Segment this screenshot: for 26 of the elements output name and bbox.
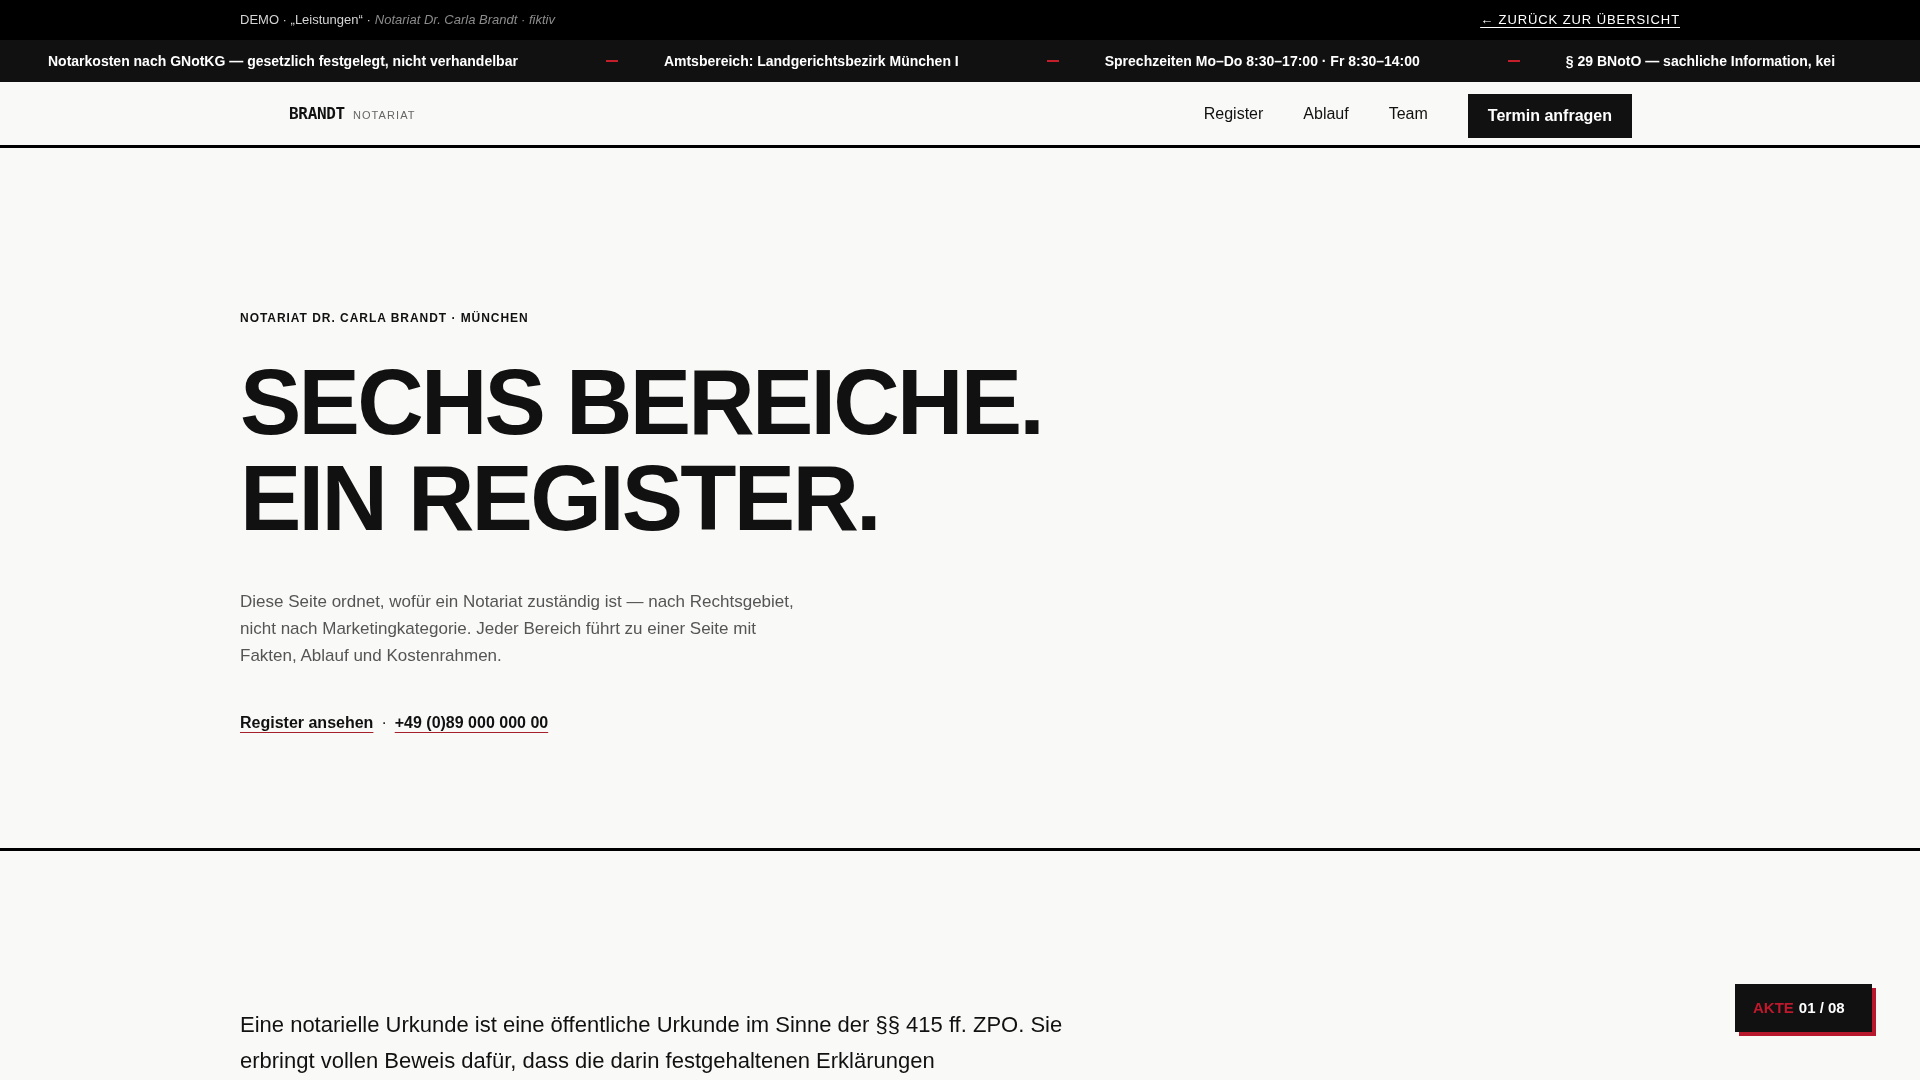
headline: SECHS BEREICHE. [240, 354, 1043, 450]
ticker-text: § 29 BNotO — sachliche Information, kei [1565, 51, 1836, 71]
ticker-text: Notarkosten nach GNotKG — gesetzlich festgelegt, nicht verhandelbar [48, 51, 518, 71]
demo-note: Notariat Dr. Carla Brandt · fiktiv [374, 11, 555, 30]
ticker-text: Amtsbereich: Landgerichtsbezirk München I [663, 51, 959, 71]
separator-text: · [381, 713, 387, 733]
lead-paragraph: Eine notarielle Urkunde ist eine öffentliche Urkunde im Sinne der §§ 415 ff. ZPO. Sie erbringt vollen Beweis dafür, dass die darin festgehaltenen Erklärungen [240, 1011, 1064, 1075]
headline: EIN REGISTER. [240, 450, 880, 546]
nav-link[interactable]: Register [1203, 101, 1264, 126]
dash-icon [605, 60, 618, 62]
appointment-button[interactable]: Termin anfragen [1467, 93, 1632, 138]
eyebrow-text: NOTARIAT DR. CARLA BRANDT · MÜNCHEN [240, 310, 529, 326]
dash-icon [1507, 60, 1520, 62]
intro-paragraph: Diese Seite ordnet, wofür ein Notariat zuständig ist — nach Rechtsgebiet, nicht nach Marketingkategorie. Jeder Bereich führt zu einer Seite mit Fakten, Ablauf und Kostenrahmen. [240, 591, 795, 667]
nav-link[interactable]: Team [1388, 101, 1428, 126]
file-label: AKTE [1753, 997, 1794, 1018]
logo-subtitle: NOTARIAT [352, 107, 416, 123]
dash-icon [1046, 60, 1059, 62]
logo-wordmark[interactable]: BRANDT [289, 101, 345, 126]
demo-label: DEMO · „Leistungen“ · [240, 11, 371, 30]
ticker-text: Sprechzeiten Mo–Do 8:30–17:00 · Fr 8:30–14:00 [1104, 51, 1420, 71]
back-link[interactable]: ← ZURÜCK ZUR ÜBERSICHT [1480, 10, 1680, 30]
hero-link[interactable]: Register ansehen [240, 711, 374, 735]
nav-link[interactable]: Ablauf [1303, 101, 1349, 126]
file-number: 01 / 08 [1798, 997, 1845, 1018]
hero-link[interactable]: +49 (0)89 000 000 00 [394, 711, 549, 735]
